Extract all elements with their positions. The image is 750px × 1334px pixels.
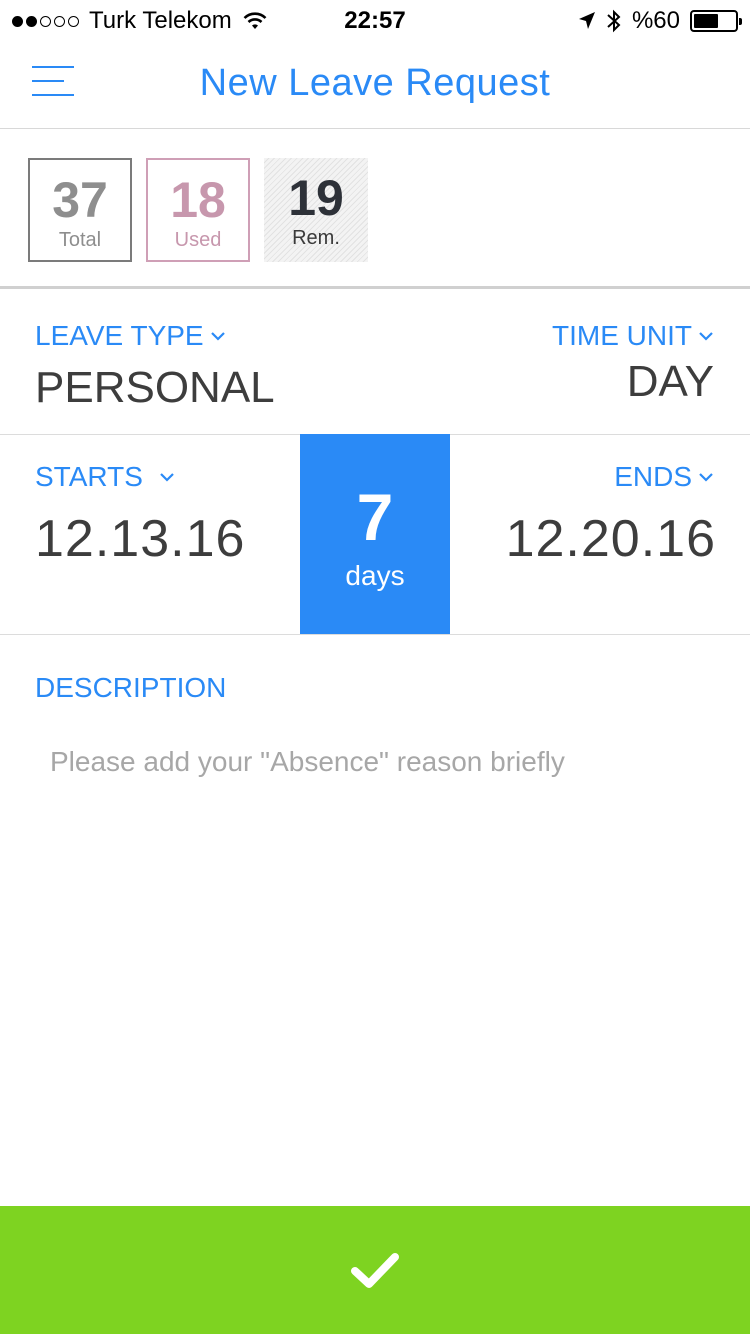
end-date-label: ENDS [614,461,692,492]
end-date-dropdown[interactable]: ENDS [614,461,714,493]
used-days-box: 18 Used [146,158,250,262]
battery-percent: %60 [631,7,680,34]
total-days-box: 37 Total [28,158,132,262]
remaining-days-label: Rem. [292,227,340,249]
used-days-label: Used [174,229,222,251]
leave-type-dropdown[interactable]: LEAVE TYPE [35,320,226,352]
page-title: New Leave Request [199,62,551,104]
battery-fill [694,14,718,28]
leave-type-label: LEAVE TYPE [35,320,204,351]
used-days-value: 18 [170,172,226,228]
leave-type-row: LEAVE TYPE PERSONAL TIME UNIT DAY [0,289,750,435]
status-right: %60 [578,7,742,35]
date-range-row: STARTS 12.13.16 7 days ENDS 12.20.16 [0,434,750,635]
bluetooth-icon [607,9,621,33]
status-bar: Turk Telekom 22:57 %60 [0,0,750,40]
description-input[interactable] [50,740,710,784]
time-unit-value[interactable]: DAY [627,357,714,407]
start-date-label: STARTS [35,461,143,492]
description-label: DESCRIPTION [35,672,227,703]
start-date-value[interactable]: 12.13.16 [35,509,245,569]
chevron-down-icon [699,332,713,341]
time-unit-label: TIME UNIT [552,320,692,351]
battery-icon [690,10,742,32]
duration-badge: 7 days [300,434,450,634]
end-date-value[interactable]: 12.20.16 [506,509,716,569]
chevron-down-icon [210,332,225,341]
submit-button[interactable] [0,1206,750,1334]
leave-type-value[interactable]: PERSONAL [35,363,275,413]
duration-value: 7 [356,480,394,554]
remaining-days-value: 19 [288,170,344,226]
total-days-label: Total [58,229,102,251]
checkmark-icon [351,1253,399,1288]
duration-unit: days [345,560,405,591]
chevron-down-icon [160,473,174,482]
remaining-days-box: 19 Rem. [264,158,368,262]
chevron-down-icon [699,473,713,482]
total-days-value: 37 [52,172,108,228]
time-unit-dropdown[interactable]: TIME UNIT [552,320,714,352]
app-header: New Leave Request [0,40,750,129]
start-date-dropdown[interactable]: STARTS [35,461,175,493]
location-icon [578,12,595,29]
leave-balance-summary: 37 Total 18 Used 19 Rem. [0,129,750,289]
